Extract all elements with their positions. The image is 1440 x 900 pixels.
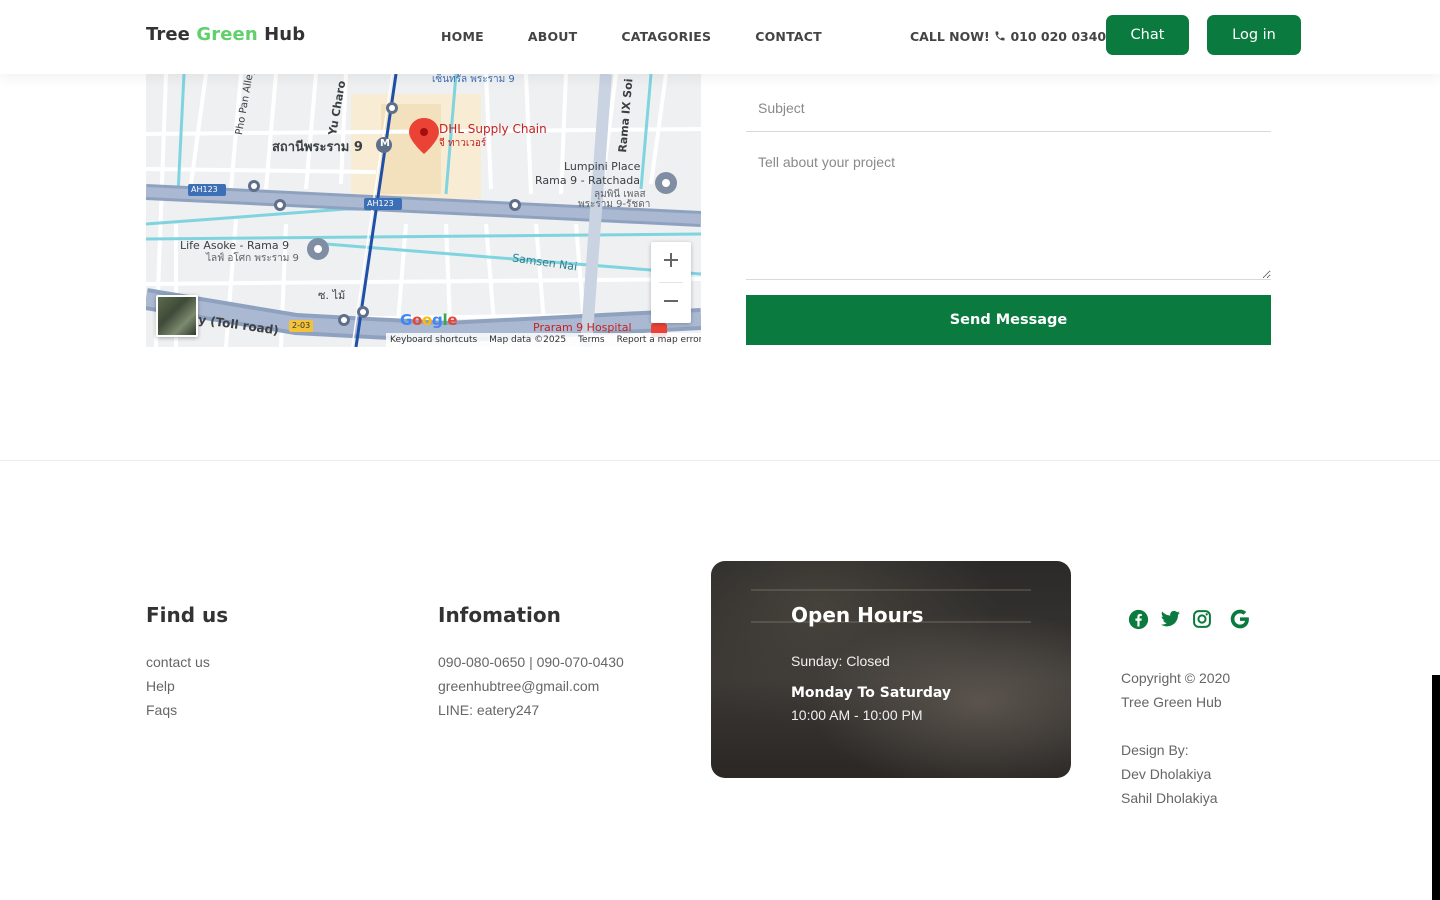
google-icon[interactable] <box>1228 607 1252 631</box>
phone-number: 010 020 0340 <box>1010 29 1107 44</box>
map-label-lumpini-4: พระราม 9-รัชดา <box>578 199 651 210</box>
map-label-dhl[interactable]: DHL Supply Chain <box>439 122 547 136</box>
site-header: Tree Green Hub HOME ABOUT CATAGORIES CON… <box>0 0 1440 74</box>
send-message-button[interactable]: Send Message <box>746 295 1271 345</box>
route-shield-ah123-b: AH123 <box>367 199 394 208</box>
find-us-title: Find us <box>146 603 229 627</box>
brand-logo[interactable]: Tree Green Hub <box>146 24 305 45</box>
google-map[interactable]: สถานีพระราม 9 DHL Supply Chain จี ทาวเวอ… <box>146 74 701 347</box>
map-type-toggle[interactable] <box>156 295 198 337</box>
contact-us-link[interactable]: contact us <box>146 650 210 674</box>
call-now-label: CALL NOW! <box>910 29 990 44</box>
map-label-station: สถานีพระราม 9 <box>272 140 363 155</box>
nav-categories[interactable]: CATAGORIES <box>621 29 711 44</box>
plus-icon <box>662 251 680 273</box>
report-error-link[interactable]: Report a map error <box>617 335 701 345</box>
map-label-lumpini-1: Lumpini Place <box>564 160 641 173</box>
terms-link[interactable]: Terms <box>578 335 605 345</box>
copyright-line-2: Tree Green Hub <box>1121 694 1222 710</box>
message-textarea[interactable] <box>746 148 1271 280</box>
google-logo: Google <box>400 311 458 329</box>
phone-icon <box>994 30 1006 42</box>
information-block: 090-080-0650 | 090-070-0430 greenhubtree… <box>438 650 624 722</box>
copyright-block: Copyright © 2020 Tree Green Hub Design B… <box>1121 666 1230 810</box>
route-shield-ah123-a: AH123 <box>191 185 218 194</box>
open-hours-card: Open Hours Sunday: Closed Monday To Satu… <box>711 561 1071 778</box>
brand-text-green: Green <box>196 24 258 45</box>
chat-button[interactable]: Chat <box>1106 15 1189 55</box>
minus-icon <box>662 292 680 314</box>
brand-text-hub: Hub <box>257 24 306 45</box>
faqs-link[interactable]: Faqs <box>146 698 210 722</box>
nav-about[interactable]: ABOUT <box>528 29 578 44</box>
edge-overlay <box>1432 675 1440 900</box>
open-hours-title: Open Hours <box>791 603 924 627</box>
keyboard-shortcuts-link[interactable]: Keyboard shortcuts <box>390 335 477 345</box>
facebook-icon[interactable] <box>1126 607 1150 631</box>
map-label-life-2: ไลฟ์ อโศก พระราม 9 <box>206 253 299 264</box>
section-divider <box>0 460 1440 461</box>
metro-badge: M <box>380 138 390 149</box>
login-button[interactable]: Log in <box>1207 15 1301 55</box>
weekday-label: Monday To Saturday <box>791 685 951 701</box>
zoom-out-button[interactable] <box>651 283 691 323</box>
call-now[interactable]: CALL NOW! 010 020 0340 <box>910 29 1106 44</box>
route-shield-203: 2-03 <box>292 321 311 330</box>
card-bg-detail <box>751 589 1031 591</box>
map-label-dhl-sub: จี ทาวเวอร์ <box>439 138 487 149</box>
find-us-links: contact us Help Faqs <box>146 650 210 722</box>
information-title: Infomation <box>438 603 561 627</box>
main-nav: HOME ABOUT CATAGORIES CONTACT <box>441 29 866 44</box>
instagram-icon[interactable] <box>1190 607 1214 631</box>
zoom-in-button[interactable] <box>651 242 691 282</box>
phone-numbers: 090-080-0650 | 090-070-0430 <box>438 654 624 670</box>
weekday-hours: 10:00 AM - 10:00 PM <box>791 707 923 723</box>
subject-input[interactable] <box>746 74 1271 132</box>
copyright-line-1: Copyright © 2020 <box>1121 670 1231 686</box>
designer-2: Sahil Dholakiya <box>1121 790 1218 806</box>
help-link[interactable]: Help <box>146 674 210 698</box>
designer-1: Dev Dholakiya <box>1121 766 1212 782</box>
brand-text-tree: Tree <box>146 24 197 45</box>
nav-home[interactable]: HOME <box>441 29 484 44</box>
map-label-lumpini-2: Rama 9 - Ratchada <box>535 174 640 187</box>
line-id: LINE: eatery247 <box>438 702 540 718</box>
nav-contact[interactable]: CONTACT <box>755 29 822 44</box>
design-by-label: Design By: <box>1121 742 1189 758</box>
map-data-text: Map data ©2025 <box>489 335 567 345</box>
map-label-soi: ซ. ไม้ <box>318 289 346 302</box>
map-attribution: Keyboard shortcuts Map data ©2025 Terms … <box>386 333 701 347</box>
twitter-icon[interactable] <box>1158 607 1182 631</box>
sunday-hours: Sunday: Closed <box>791 653 890 669</box>
map-label-top: เซ็นทรัล พระราม 9 <box>432 74 515 85</box>
email-address[interactable]: greenhubtree@gmail.com <box>438 674 624 698</box>
map-zoom-control <box>651 242 691 323</box>
